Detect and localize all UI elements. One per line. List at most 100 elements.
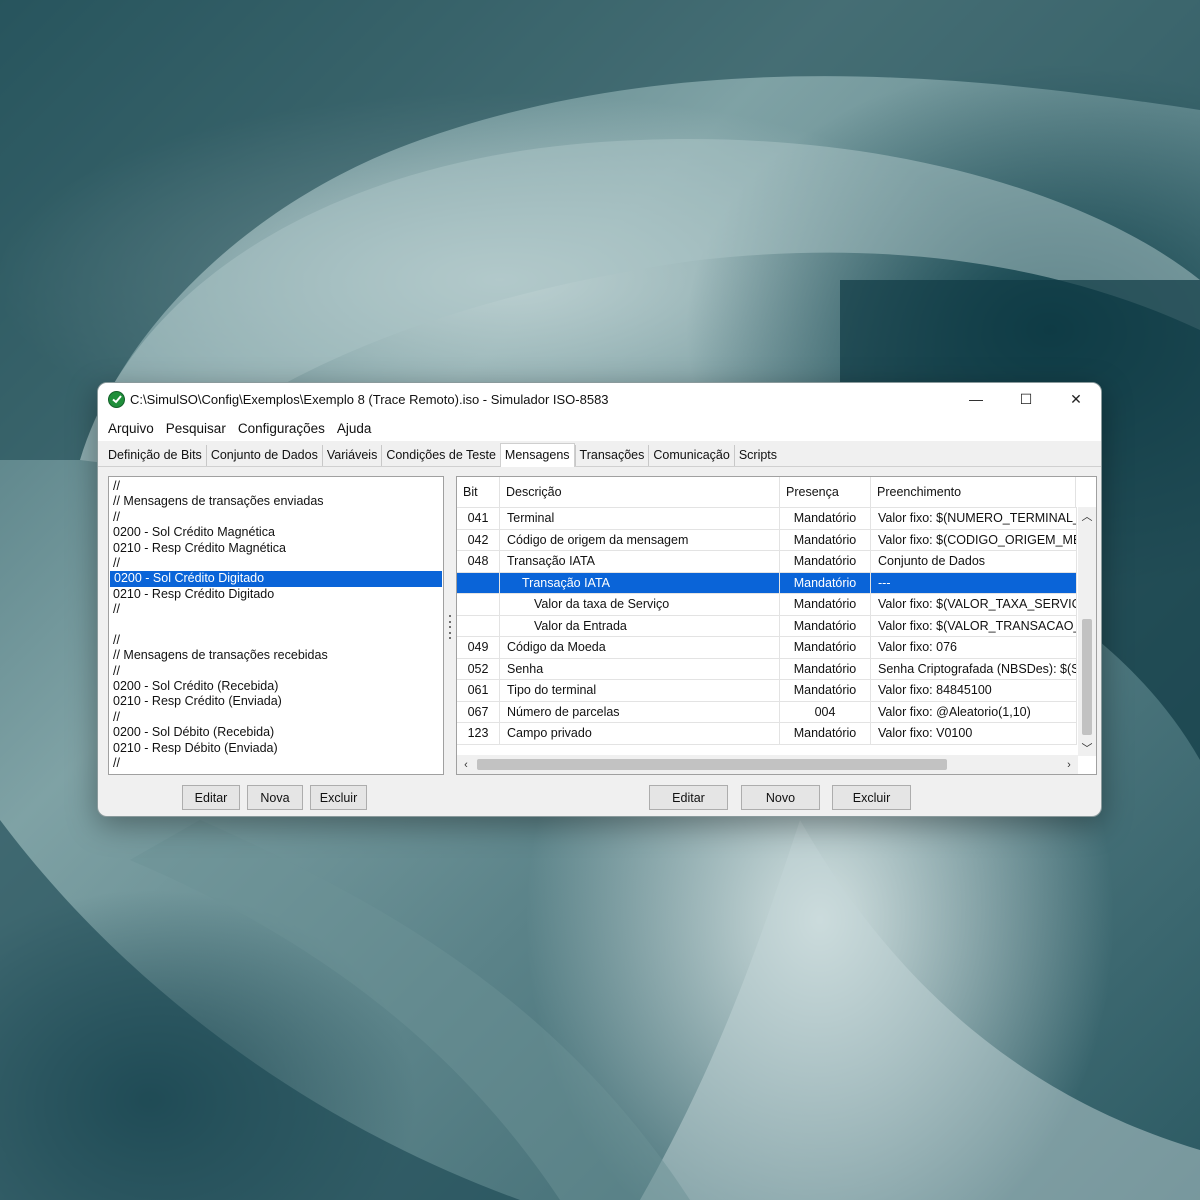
cell-bit: 049 bbox=[457, 637, 500, 658]
message-list-item[interactable]: // bbox=[109, 602, 443, 617]
message-list-item[interactable]: // bbox=[109, 556, 443, 571]
message-list-item[interactable]: 0210 - Resp Crédito (Enviada) bbox=[109, 694, 443, 709]
scroll-right-icon[interactable]: › bbox=[1060, 759, 1078, 771]
cell-descricao: Campo privado bbox=[500, 723, 780, 744]
grid-row[interactable]: 042 Código de origem da mensagem Mandatóri… bbox=[457, 529, 1077, 551]
horizontal-scrollbar[interactable]: ‹ › bbox=[457, 755, 1078, 774]
new-message-button[interactable]: Nova bbox=[247, 785, 303, 810]
tab-condicoes-de-teste[interactable]: Condições de Teste bbox=[381, 445, 500, 466]
message-list-item[interactable]: 0200 - Sol Débito (Recebida) bbox=[109, 725, 443, 740]
cell-bit: 067 bbox=[457, 701, 500, 722]
message-list[interactable]: //// Mensagens de transações enviadas//0… bbox=[108, 476, 444, 775]
edit-message-button[interactable]: Editar bbox=[182, 785, 240, 810]
grid-row[interactable]: 061 Tipo do terminal Mandatório Valor fixo:… bbox=[457, 680, 1077, 702]
menu-pesquisar[interactable]: Pesquisar bbox=[160, 421, 232, 436]
title-bar[interactable]: C:\SimulSO\Config\Exemplos\Exemplo 8 (Tr… bbox=[98, 383, 1101, 415]
tab-definicao-de-bits[interactable]: Definição de Bits bbox=[104, 445, 206, 466]
scroll-left-icon[interactable]: ‹ bbox=[457, 759, 475, 771]
cell-preenchimento: Valor fixo: V0100 bbox=[871, 723, 1077, 744]
cell-presenca: Mandatório bbox=[780, 529, 871, 550]
message-list-item[interactable]: // bbox=[109, 633, 443, 648]
tab-scripts[interactable]: Scripts bbox=[733, 445, 781, 466]
message-list-item[interactable]: 0200 - Sol Crédito Magnética bbox=[109, 525, 443, 540]
scroll-down-icon[interactable]: ﹀ bbox=[1078, 739, 1096, 756]
grid-row[interactable]: 041 Terminal Mandatório Valor fixo: $(NUMER… bbox=[457, 508, 1077, 530]
scroll-up-icon[interactable]: ︿ bbox=[1078, 507, 1096, 524]
message-list-item[interactable]: 0200 - Sol Crédito Digitado bbox=[110, 571, 442, 587]
message-list-item[interactable]: // bbox=[109, 479, 443, 494]
cell-preenchimento: Valor fixo: 84845100 bbox=[871, 680, 1077, 701]
cell-presenca: Mandatório bbox=[780, 658, 871, 679]
tab-comunicacao[interactable]: Comunicação bbox=[648, 445, 733, 466]
grid-row[interactable]: Valor da Entrada Mandatório Valor fixo: $(… bbox=[457, 615, 1077, 637]
column-header-descricao[interactable]: Descrição bbox=[500, 477, 780, 507]
message-list-item[interactable]: // bbox=[109, 664, 443, 679]
cell-bit: 042 bbox=[457, 529, 500, 550]
message-list-item[interactable] bbox=[109, 618, 443, 633]
message-list-item[interactable]: // bbox=[109, 710, 443, 725]
cell-presenca: 004 bbox=[780, 701, 871, 722]
cell-presenca: Mandatório bbox=[780, 615, 871, 636]
grid-row[interactable]: Valor da taxa de Serviço Mandatório Valor … bbox=[457, 594, 1077, 616]
message-list-item[interactable]: // bbox=[109, 756, 443, 771]
tab-variaveis[interactable]: Variáveis bbox=[321, 445, 381, 466]
grid-row[interactable]: 067 Número de parcelas 004 Valor fixo: @Ale… bbox=[457, 701, 1077, 723]
app-window: C:\SimulSO\Config\Exemplos\Exemplo 8 (Tr… bbox=[97, 382, 1102, 817]
maximize-icon[interactable]: ☐ bbox=[1001, 383, 1051, 415]
message-list-item[interactable]: 0210 - Resp Crédito Magnética bbox=[109, 541, 443, 556]
close-icon[interactable]: ✕ bbox=[1051, 383, 1101, 415]
cell-preenchimento: Valor fixo: @Aleatorio(1,10) bbox=[871, 701, 1077, 722]
column-header-bit[interactable]: Bit bbox=[457, 477, 500, 507]
cell-presenca: Mandatório bbox=[780, 508, 871, 529]
tab-mensagens[interactable]: Mensagens bbox=[499, 443, 575, 467]
cell-descricao: Transação IATA bbox=[500, 551, 780, 572]
column-header-presenca[interactable]: Presença bbox=[780, 477, 871, 507]
tab-transacoes[interactable]: Transações bbox=[574, 445, 649, 466]
tab-conjunto-de-dados[interactable]: Conjunto de Dados bbox=[205, 445, 322, 466]
cell-preenchimento: Senha Criptografada (NBSDes): $(SEN bbox=[871, 658, 1077, 679]
menu-configuracoes[interactable]: Configurações bbox=[232, 421, 331, 436]
cell-presenca: Mandatório bbox=[780, 572, 871, 593]
grid-row[interactable]: 048 Transação IATA Mandatório Conjunto de D… bbox=[457, 551, 1077, 573]
grid-row[interactable]: Transação IATA Mandatório --- bbox=[457, 572, 1077, 594]
menu-arquivo[interactable]: Arquivo bbox=[102, 421, 160, 436]
cell-bit: 052 bbox=[457, 658, 500, 679]
cell-presenca: Mandatório bbox=[780, 723, 871, 744]
grid-row[interactable]: 123 Campo privado Mandatório Valor fixo: V0… bbox=[457, 723, 1077, 745]
grid-body: 032Código da Instituição Financeira (IF)… bbox=[457, 500, 1077, 755]
delete-message-button[interactable]: Excluir bbox=[310, 785, 367, 810]
cell-bit: 061 bbox=[457, 680, 500, 701]
minimize-icon[interactable]: — bbox=[951, 383, 1001, 415]
horizontal-scroll-thumb[interactable] bbox=[477, 759, 947, 770]
cell-bit: 123 bbox=[457, 723, 500, 744]
cell-descricao: Transação IATA bbox=[500, 572, 780, 593]
checkmark-icon bbox=[108, 390, 125, 408]
window-title: C:\SimulSO\Config\Exemplos\Exemplo 8 (Tr… bbox=[130, 391, 609, 407]
message-list-item[interactable]: 0200 - Sol Crédito (Recebida) bbox=[109, 679, 443, 694]
splitter-handle[interactable] bbox=[448, 615, 452, 639]
cell-descricao: Valor da taxa de Serviço bbox=[500, 594, 780, 615]
cell-bit bbox=[457, 572, 500, 593]
grid-row[interactable]: 049 Código da Moeda Mandatório Valor fixo: … bbox=[457, 637, 1077, 659]
message-list-item[interactable]: 0210 - Resp Débito (Enviada) bbox=[109, 741, 443, 756]
grid-row[interactable]: 052 Senha Mandatório Senha Criptografada (N… bbox=[457, 658, 1077, 680]
message-list-item[interactable]: // Mensagens de transações recebidas bbox=[109, 648, 443, 663]
edit-bit-button[interactable]: Editar bbox=[649, 785, 728, 810]
delete-bit-button[interactable]: Excluir bbox=[832, 785, 911, 810]
grid-header: Bit Descrição Presença Preenchimento bbox=[457, 477, 1096, 507]
message-list-item[interactable]: // Mensagens de transações enviadas bbox=[109, 494, 443, 509]
menu-ajuda[interactable]: Ajuda bbox=[331, 421, 378, 436]
message-list-item[interactable]: 0210 - Resp Crédito Digitado bbox=[109, 587, 443, 602]
cell-preenchimento: Valor fixo: $(VALOR_TAXA_SERVICO) bbox=[871, 594, 1077, 615]
message-list-item[interactable]: // bbox=[109, 510, 443, 525]
vertical-scrollbar[interactable]: ︿ ﹀ bbox=[1078, 507, 1096, 756]
cell-descricao: Código de origem da mensagem bbox=[500, 529, 780, 550]
column-header-preenchimento[interactable]: Preenchimento bbox=[871, 477, 1076, 507]
cell-descricao: Número de parcelas bbox=[500, 701, 780, 722]
vertical-scroll-thumb[interactable] bbox=[1082, 619, 1092, 735]
cell-descricao: Tipo do terminal bbox=[500, 680, 780, 701]
bits-grid[interactable]: Bit Descrição Presença Preenchimento 032… bbox=[456, 476, 1097, 775]
cell-bit: 041 bbox=[457, 508, 500, 529]
new-bit-button[interactable]: Novo bbox=[741, 785, 820, 810]
cell-preenchimento: --- bbox=[871, 572, 1077, 593]
